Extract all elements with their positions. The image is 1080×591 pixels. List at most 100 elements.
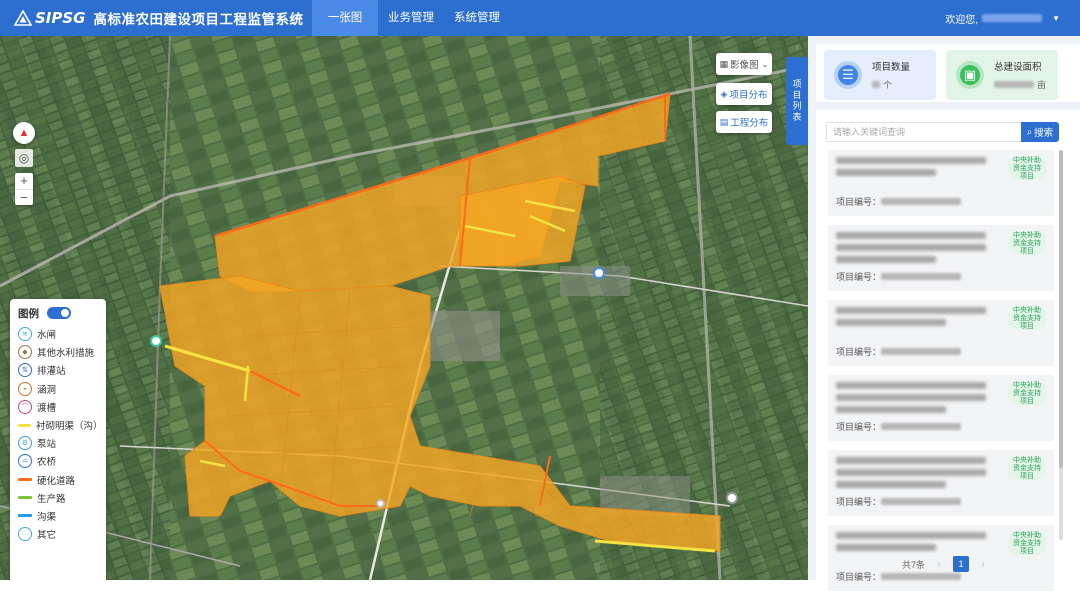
legend-symbol-icon: ⌒ (18, 399, 32, 414)
project-code: 项目编号： (836, 345, 964, 358)
legend-item-label: 水闸 (37, 330, 57, 342)
project-title-redacted (836, 232, 986, 268)
funding-badge-line: 项目 (1020, 473, 1034, 480)
project-distribution-button[interactable]: ◈ 项目分布 (716, 83, 772, 105)
area-label: 总建设面积 (994, 62, 1042, 73)
user-menu[interactable]: 欢迎您, ▼ (945, 11, 1080, 26)
logo-icon (14, 10, 32, 26)
area-icon: ▣ (956, 61, 984, 89)
funding-badge-line: 中央补助 (1013, 382, 1041, 389)
user-name-redacted (982, 14, 1043, 22)
next-page-button[interactable]: › (975, 556, 992, 572)
app-logo: SIPSG 高标准农田建设项目工程监管系统 (0, 8, 312, 28)
legend-symbol-icon: ⇅ (18, 363, 32, 378)
legend-item: 生产路 (18, 489, 98, 507)
project-code-label: 项目编号： (836, 272, 882, 282)
project-code-value-redacted (881, 573, 962, 580)
satellite-map[interactable] (0, 36, 808, 580)
funding-badge-line: 项目 (1020, 248, 1034, 255)
funding-badge-line: 中央补助 (1013, 157, 1041, 164)
legend-item: ⌓ 农桥 (18, 452, 98, 470)
search-button[interactable]: ⌕ 搜索 (1021, 122, 1059, 142)
funding-badge-line: 资金支持 (1013, 390, 1041, 397)
chevron-down-icon: ⌄ (761, 59, 769, 69)
legend-line-swatch (18, 478, 32, 482)
map-legend: 图例 ≋ 水闸 ◆ 其他水利措施 ⇅ 排灌站 ◒ 涵洞 ⌒ 渡槽 衬砌明渠（沟） ⚙ 泵站 ⌓ 农桥 硬化道路… (10, 299, 106, 580)
zoom-out-button[interactable]: − (15, 190, 33, 206)
project-card[interactable]: 项目编号： 中央补助 资金支持 项目 (828, 150, 1054, 216)
page-1-button[interactable]: 1 (953, 556, 970, 572)
poi-marker[interactable] (150, 335, 162, 347)
legend-item: 沟渠 (18, 507, 98, 525)
poi-marker[interactable] (593, 267, 605, 279)
map-view[interactable]: ▲ ◎ + − ▦ 影像图 ⌄ ◈ 项目分布 ▤ 工程分布 图例 ≋ 水闸 ◆ 其他水… (0, 36, 808, 580)
project-code-value-redacted (881, 423, 962, 430)
funding-badge: 中央补助 资金支持 项目 (1008, 156, 1046, 180)
project-count-unit: 个 (883, 80, 893, 90)
pagination: 共7条 ‹ 1 › (902, 556, 992, 572)
project-code: 项目编号： (836, 420, 964, 433)
legend-item-label: 涵洞 (37, 384, 57, 396)
project-count-label: 项目数量 (872, 62, 911, 73)
project-title-redacted (836, 307, 986, 331)
database-icon: ☰ (834, 61, 862, 89)
project-panel: ☰ 项目数量 个 ▣ 总建设面积 亩 请输入关键词查询 ⌕ 搜索 项目编号： 中央… (808, 36, 1080, 591)
stack-icon: ◈ (720, 88, 728, 99)
funding-badge-line: 资金支持 (1013, 315, 1041, 322)
legend-symbol-icon: ··· (18, 527, 32, 542)
poi-marker[interactable] (376, 499, 385, 508)
project-code: 项目编号： (836, 270, 964, 283)
nav-system[interactable]: 系统管理 (444, 0, 510, 36)
legend-item: ⚙ 泵站 (18, 434, 98, 452)
funding-badge-line: 资金支持 (1013, 540, 1041, 547)
legend-item: 硬化道路 (18, 471, 98, 489)
legend-line-swatch (18, 496, 32, 500)
project-title-redacted (836, 382, 986, 418)
funding-badge-line: 项目 (1020, 323, 1034, 330)
legend-toggle[interactable] (47, 307, 71, 319)
project-card[interactable]: 项目编号： 中央补助 资金支持 项目 (828, 450, 1054, 516)
project-card[interactable]: 项目编号： 中央补助 资金支持 项目 (828, 375, 1054, 441)
poi-marker[interactable] (726, 492, 738, 504)
funding-badge-line: 项目 (1020, 173, 1034, 180)
locate-icon[interactable]: ◎ (15, 149, 33, 167)
project-list-tab[interactable]: 项目列表 (786, 57, 808, 145)
app-title: 高标准农田建设项目工程监管系统 (93, 12, 304, 27)
project-card[interactable]: 项目编号： 中央补助 资金支持 项目 (828, 300, 1054, 366)
nav-one-map[interactable]: 一张图 (312, 0, 378, 36)
chevron-down-icon[interactable]: ▼ (1052, 14, 1060, 23)
search-input[interactable]: 请输入关键词查询 (826, 122, 1022, 142)
funding-badge-line: 中央补助 (1013, 457, 1041, 464)
legend-symbol-icon: ◒ (18, 381, 32, 396)
basemap-select[interactable]: ▦ 影像图 ⌄ (716, 53, 772, 75)
legend-item-label: 泵站 (37, 439, 57, 451)
funding-badge-line: 资金支持 (1013, 165, 1041, 172)
funding-badge-line: 项目 (1020, 398, 1034, 405)
chevron-right-icon[interactable]: › (790, 40, 804, 54)
compass-icon[interactable]: ▲ (13, 122, 35, 144)
funding-badge-line: 项目 (1020, 548, 1034, 555)
legend-item-label: 排灌站 (37, 366, 66, 378)
scrollbar-thumb[interactable] (1059, 150, 1063, 468)
legend-symbol-icon: ⌓ (18, 454, 32, 469)
project-title-redacted (836, 532, 986, 556)
welcome-text: 欢迎您, (945, 14, 979, 26)
legend-symbol-icon: ◆ (18, 345, 32, 360)
zoom-in-button[interactable]: + (15, 173, 33, 190)
grid-icon: ▤ (719, 116, 729, 127)
project-list: 请输入关键词查询 ⌕ 搜索 项目编号： 中央补助 资金支持 项目 项目编号： 中央补助 资金… (816, 110, 1080, 591)
project-code: 项目编号： (836, 195, 964, 208)
funding-badge: 中央补助 资金支持 项目 (1008, 231, 1046, 255)
legend-item-label: 农桥 (37, 457, 57, 469)
engineering-distribution-label: 工程分布 (730, 118, 769, 129)
funding-badge: 中央补助 资金支持 项目 (1008, 381, 1046, 405)
legend-item: 衬砌明渠（沟） (18, 416, 103, 434)
engineering-distribution-button[interactable]: ▤ 工程分布 (716, 111, 772, 133)
prev-page-button[interactable]: ‹ (931, 556, 948, 572)
stats-bar: ☰ 项目数量 个 ▣ 总建设面积 亩 (816, 44, 1080, 102)
project-code-label: 项目编号： (836, 497, 882, 507)
nav-business[interactable]: 业务管理 (378, 0, 444, 36)
legend-item: ≋ 水闸 (18, 325, 98, 343)
basemap-label: 影像图 (730, 60, 759, 71)
project-card[interactable]: 项目编号： 中央补助 资金支持 项目 (828, 225, 1054, 291)
